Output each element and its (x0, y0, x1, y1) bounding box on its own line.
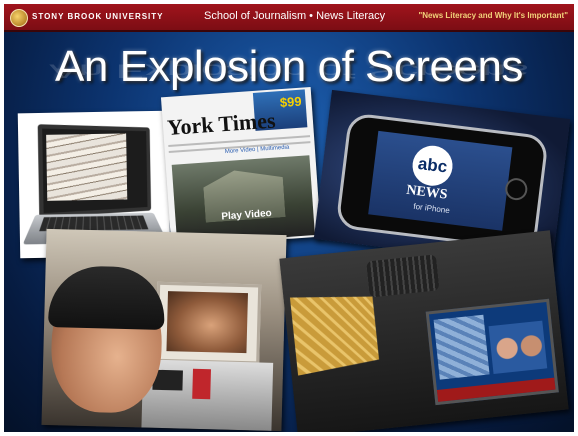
university-name: STONY BROOK UNIVERSITY (32, 12, 164, 21)
title-reflection: An Explosion of Screens (49, 59, 529, 82)
news-wordmark: NEWS (405, 182, 449, 203)
pump-sign (192, 368, 211, 400)
seatback-map-display (289, 296, 380, 376)
school-name: School of Journalism • News Literacy (204, 10, 386, 22)
iphone-device: abc NEWS for iPhone (335, 112, 549, 252)
newspaper-website-photo: $99 York Times More Video | Multimedia P… (160, 86, 322, 248)
tv-map-graphic (433, 314, 490, 380)
newscaster-face-image (166, 291, 248, 354)
home-button-icon (504, 176, 529, 202)
play-video-label: Play Video (221, 207, 273, 223)
in-car-tv-screen (425, 298, 559, 406)
knit-hat (48, 264, 166, 330)
ad-price: $99 (279, 93, 303, 111)
pump-video-screen (155, 281, 262, 365)
newspaper-logo: York Times (166, 107, 277, 141)
air-vent (366, 254, 440, 298)
gas-station-screen-photo (41, 228, 287, 432)
slide: STONY BROOK UNIVERSITY School of Journal… (4, 4, 574, 432)
app-subtitle: for iPhone (412, 201, 451, 216)
video-player: Play Video (171, 155, 315, 245)
tv-news-ticker (436, 377, 556, 402)
newspaper-stack-image (46, 133, 128, 201)
course-quote: "News Literacy and Why It's Important" (418, 11, 568, 20)
phone-screen: abc NEWS for iPhone (368, 130, 513, 231)
header-bar: STONY BROOK UNIVERSITY School of Journal… (4, 4, 574, 32)
car-screen-photo (279, 230, 569, 432)
tv-anchors-image (488, 320, 548, 374)
university-seal-icon (10, 9, 28, 27)
abc-logo-icon: abc (410, 143, 455, 189)
